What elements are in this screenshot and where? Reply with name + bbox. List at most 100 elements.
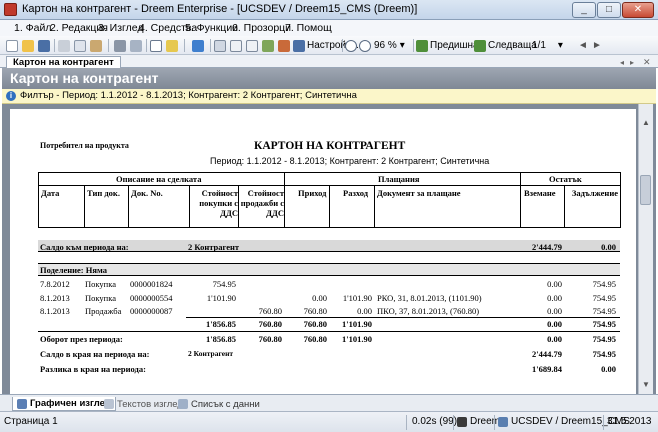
next-label: Следваща bbox=[488, 40, 537, 51]
cell-sell: 760.80 bbox=[258, 306, 282, 316]
status-page: Страница 1 bbox=[4, 416, 58, 427]
menu-help[interactable]: 7. Помощ bbox=[285, 22, 332, 34]
subtotal-expense: 1'101.90 bbox=[342, 319, 372, 329]
turnover-sell: 760.80 bbox=[258, 334, 282, 344]
zoom-out-icon[interactable] bbox=[359, 38, 371, 53]
page-header: Картон на контрагент bbox=[2, 68, 656, 89]
cell-buy: 754.95 bbox=[212, 279, 236, 289]
maximize-button[interactable]: □ bbox=[597, 2, 621, 18]
group-header-balances: Остатък bbox=[549, 174, 582, 184]
print-icon[interactable] bbox=[114, 38, 126, 53]
cell-no: 0000000554 bbox=[130, 293, 173, 303]
opening-counterparty: 2 Контрагент bbox=[188, 242, 240, 252]
scroll-up-icon[interactable]: ▲ bbox=[642, 118, 650, 127]
new-icon[interactable] bbox=[6, 38, 18, 53]
page-title: Картон на контрагент bbox=[10, 70, 159, 86]
cell-liability: 754.95 bbox=[592, 306, 616, 316]
cell-payment-doc: ПКО, 37, 8.01.2013, (760.80) bbox=[377, 306, 480, 316]
opening-liability: 0.00 bbox=[601, 242, 616, 252]
col-receivable: Вземане bbox=[524, 188, 556, 198]
report-subtitle: Период: 1.1.2012 - 8.1.2013; Контрагент:… bbox=[210, 156, 490, 166]
tab-graphic-label: Графичен изглед bbox=[30, 398, 111, 409]
report-page: Потребител на продукта КАРТОН НА КОНТРАГ… bbox=[10, 109, 636, 394]
col-payment-doc: Документ за плащане bbox=[377, 188, 461, 198]
menu-functions[interactable]: 5. Функции bbox=[185, 22, 238, 34]
col-doc-type: Тип док. bbox=[87, 188, 120, 198]
col-sell-value: Стойност продажби с ДДС bbox=[240, 188, 284, 218]
cell-no: 0000000087 bbox=[130, 306, 173, 316]
chart-icon[interactable] bbox=[278, 38, 290, 53]
filter-bar: i Филтър - Период: 1.1.2012 - 8.1.2013; … bbox=[2, 89, 656, 104]
help-icon[interactable] bbox=[192, 38, 204, 53]
turnover-income: 760.80 bbox=[303, 334, 327, 344]
arrow-right-icon[interactable]: ► bbox=[592, 38, 602, 53]
cell-date: 8.1.2013 bbox=[40, 306, 70, 316]
previous-page-button[interactable]: Предишна bbox=[416, 38, 479, 53]
col-doc-no: Док. No. bbox=[131, 188, 163, 198]
menu-file[interactable]: 1. Файл bbox=[14, 22, 52, 34]
col-date: Дата bbox=[41, 188, 60, 198]
grid-icon[interactable] bbox=[230, 38, 242, 53]
cell-expense: 1'101.90 bbox=[342, 293, 372, 303]
toolbar: Настройки... 96 % ▾ Предишна Следваща 1/1… bbox=[0, 36, 658, 55]
open-icon[interactable] bbox=[22, 38, 34, 53]
division-label: Поделение: Няма bbox=[40, 265, 107, 275]
info-icon: i bbox=[6, 91, 16, 101]
zoom-in-icon[interactable] bbox=[345, 38, 357, 53]
close-button[interactable]: ✕ bbox=[622, 2, 654, 18]
chevron-down-icon: ▾ bbox=[557, 40, 563, 51]
opening-receivable: 2'444.79 bbox=[532, 242, 562, 252]
copy-icon[interactable] bbox=[74, 38, 86, 53]
paste-icon[interactable] bbox=[90, 38, 102, 53]
tab-text-view[interactable]: Текстов изглед bbox=[104, 397, 183, 411]
menu-view[interactable]: 3. Изглед bbox=[98, 22, 144, 34]
cell-expense: 0.00 bbox=[357, 306, 372, 316]
cell-receivable: 0.00 bbox=[547, 306, 562, 316]
scrollbar-thumb[interactable] bbox=[640, 175, 651, 205]
next-page-button[interactable]: Следваща bbox=[474, 38, 537, 53]
database-icon bbox=[498, 416, 508, 427]
arrow-left-icon[interactable]: ◄ bbox=[578, 38, 588, 53]
title-bar: Картон на контрагент - Dreem Enterprise … bbox=[0, 0, 658, 20]
window-title: Картон на контрагент - Dreem Enterprise … bbox=[22, 3, 418, 15]
document-tab-strip: Картон на контрагент ◂ ▸ ✕ bbox=[0, 55, 658, 69]
cell-income: 0.00 bbox=[312, 293, 327, 303]
columns-icon[interactable] bbox=[246, 38, 258, 53]
tab-data-list[interactable]: Списък с данни bbox=[178, 397, 260, 411]
opening-label: Салдо към периода на: bbox=[40, 242, 129, 252]
closing-label: Салдо в края на периода на: bbox=[40, 349, 150, 359]
filter-icon[interactable] bbox=[166, 38, 178, 53]
closing-counterparty: 2 Контрагент bbox=[188, 349, 234, 358]
cell-liability: 754.95 bbox=[592, 293, 616, 303]
export-icon[interactable] bbox=[262, 38, 274, 53]
scroll-down-icon[interactable]: ▼ bbox=[642, 380, 650, 389]
cell-type: Покупка bbox=[85, 279, 116, 289]
chevron-down-icon: ▾ bbox=[399, 40, 405, 51]
report-view-icon[interactable] bbox=[214, 38, 226, 53]
menu-windows[interactable]: 6. Прозорци bbox=[232, 22, 291, 34]
cell-receivable: 0.00 bbox=[547, 279, 562, 289]
difference-label: Разлика в края на периода: bbox=[40, 364, 146, 374]
turnover-buy: 1'856.85 bbox=[206, 334, 236, 344]
subtotal-liability: 754.95 bbox=[592, 319, 616, 329]
page-selector[interactable]: 1/1 ▾ bbox=[532, 38, 572, 53]
col-liability: Задължение bbox=[571, 188, 618, 198]
window-icon[interactable] bbox=[150, 38, 162, 53]
tab-graphic-view[interactable]: Графичен изглед bbox=[12, 397, 116, 411]
cell-receivable: 0.00 bbox=[547, 293, 562, 303]
menu-bar: 1. Файл 2. Редакция 3. Изглед 4. Средств… bbox=[0, 20, 658, 36]
print-preview-icon[interactable] bbox=[130, 38, 142, 53]
subtotal-receivable: 0.00 bbox=[547, 319, 562, 329]
cut-icon[interactable] bbox=[58, 38, 70, 53]
zoom-select[interactable]: 96 % ▾ bbox=[374, 38, 410, 53]
filter-text: Филтър - Период: 1.1.2012 - 8.1.2013; Ко… bbox=[20, 90, 357, 101]
cell-income: 760.80 bbox=[303, 306, 327, 316]
turnover-expense: 1'101.90 bbox=[342, 334, 372, 344]
vertical-scrollbar[interactable]: ▲ ▼ bbox=[638, 104, 653, 394]
minimize-button[interactable]: _ bbox=[572, 2, 596, 18]
dreem-icon bbox=[457, 416, 467, 427]
col-expense: Разход bbox=[343, 188, 369, 198]
save-icon[interactable] bbox=[38, 38, 50, 53]
closing-liability: 754.95 bbox=[592, 349, 616, 359]
previous-label: Предишна bbox=[430, 40, 479, 51]
